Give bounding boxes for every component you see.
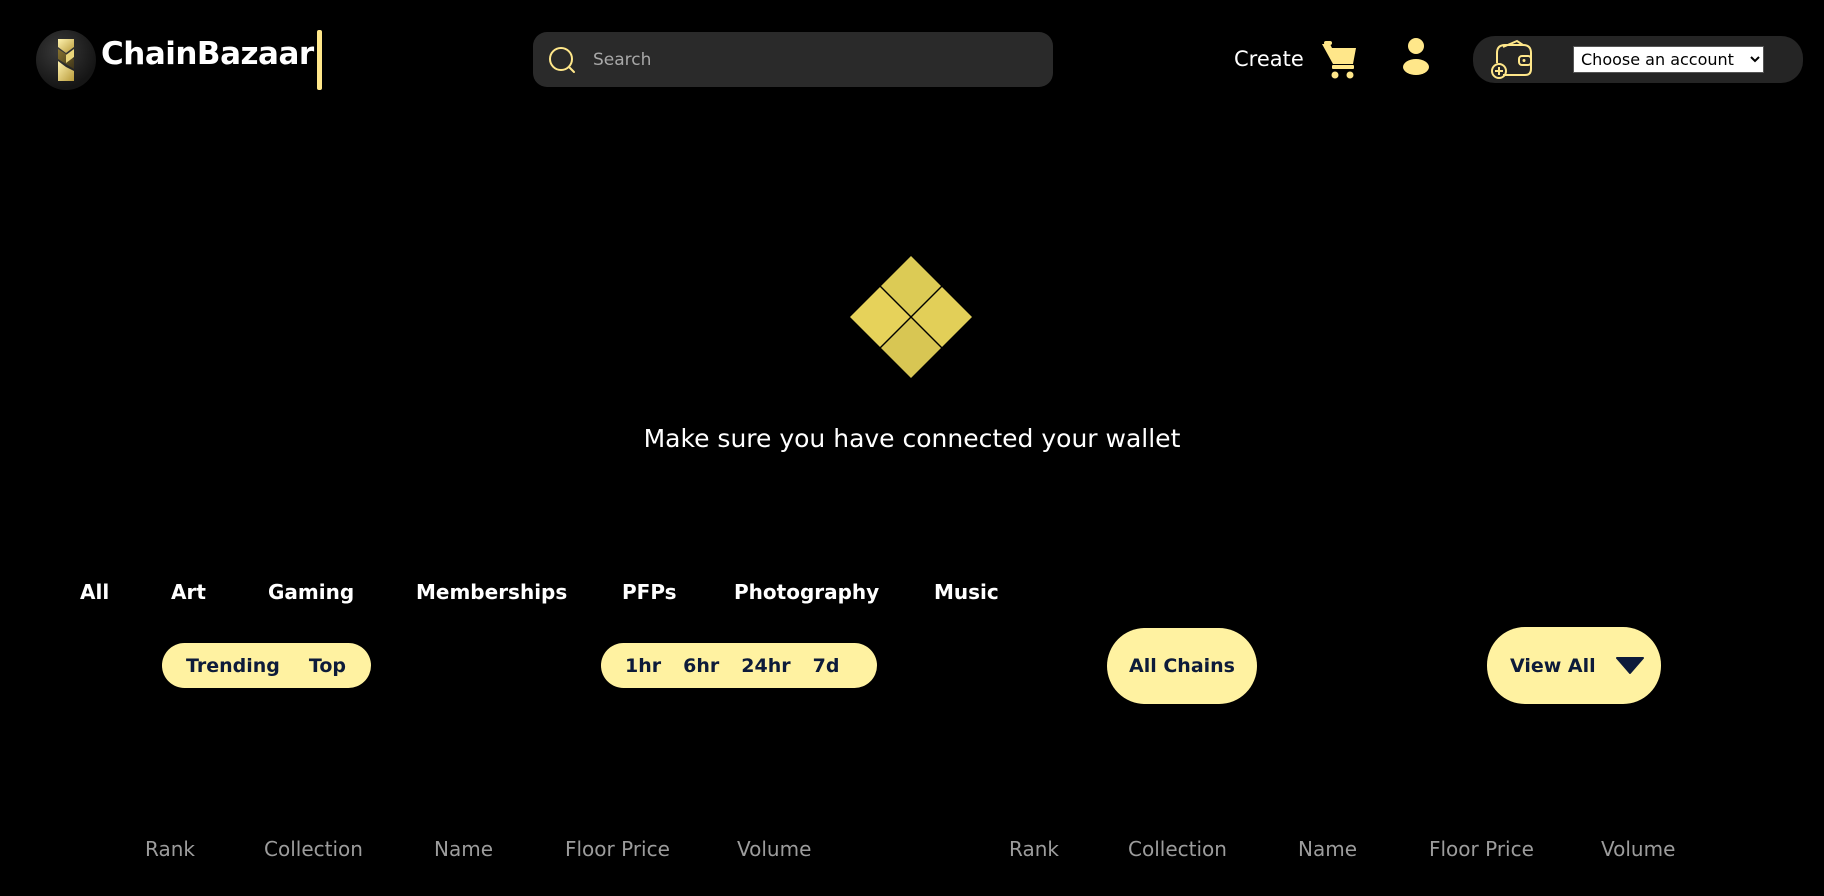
- search-input[interactable]: [593, 49, 1013, 70]
- col-collection: Collection: [264, 837, 363, 861]
- account-panel: Choose an account: [1473, 36, 1803, 83]
- tab-all[interactable]: All: [80, 580, 109, 604]
- tab-photography[interactable]: Photography: [734, 580, 879, 604]
- toggle-trending[interactable]: Trending: [186, 655, 280, 677]
- col-floor-price: Floor Price: [565, 837, 670, 861]
- tab-memberships[interactable]: Memberships: [416, 580, 567, 604]
- chainbazaar-logo-icon: [36, 29, 96, 90]
- col-floor-price: Floor Price: [1429, 837, 1534, 861]
- cart-icon[interactable]: [1320, 38, 1360, 80]
- brand-name[interactable]: ChainBazaar: [101, 36, 314, 72]
- time-range-toggle: 1hr 6hr 24hr 7d: [601, 643, 877, 688]
- time-7d[interactable]: 7d: [813, 655, 840, 677]
- user-icon[interactable]: [1401, 36, 1431, 76]
- view-all-button[interactable]: View All: [1487, 627, 1661, 704]
- account-select[interactable]: Choose an account: [1573, 46, 1764, 73]
- col-volume: Volume: [1601, 837, 1676, 861]
- time-1hr[interactable]: 1hr: [625, 655, 661, 677]
- caret-down-icon: [1616, 656, 1644, 676]
- col-collection: Collection: [1128, 837, 1227, 861]
- all-chains-button[interactable]: All Chains: [1107, 628, 1257, 704]
- time-24hr[interactable]: 24hr: [741, 655, 790, 677]
- col-name: Name: [434, 837, 494, 861]
- time-6hr[interactable]: 6hr: [683, 655, 719, 677]
- tab-music[interactable]: Music: [934, 580, 999, 604]
- col-volume: Volume: [737, 837, 812, 861]
- trending-top-toggle: Trending Top: [162, 643, 371, 688]
- brand-logo[interactable]: [36, 29, 96, 90]
- diamond-logo-icon: [848, 254, 976, 382]
- search-icon[interactable]: [545, 43, 579, 77]
- tab-pfps[interactable]: PFPs: [622, 580, 677, 604]
- create-link[interactable]: Create: [1234, 47, 1304, 71]
- wallet-icon[interactable]: [1489, 39, 1535, 81]
- view-all-label: View All: [1510, 654, 1596, 677]
- col-rank: Rank: [1009, 837, 1059, 861]
- search-bar[interactable]: [533, 32, 1053, 87]
- tab-gaming[interactable]: Gaming: [268, 580, 354, 604]
- brand-divider: [317, 30, 322, 90]
- wallet-connect-message: Make sure you have connected your wallet: [643, 424, 1181, 453]
- toggle-top[interactable]: Top: [309, 655, 346, 677]
- tab-art[interactable]: Art: [171, 580, 206, 604]
- col-name: Name: [1298, 837, 1358, 861]
- col-rank: Rank: [145, 837, 195, 861]
